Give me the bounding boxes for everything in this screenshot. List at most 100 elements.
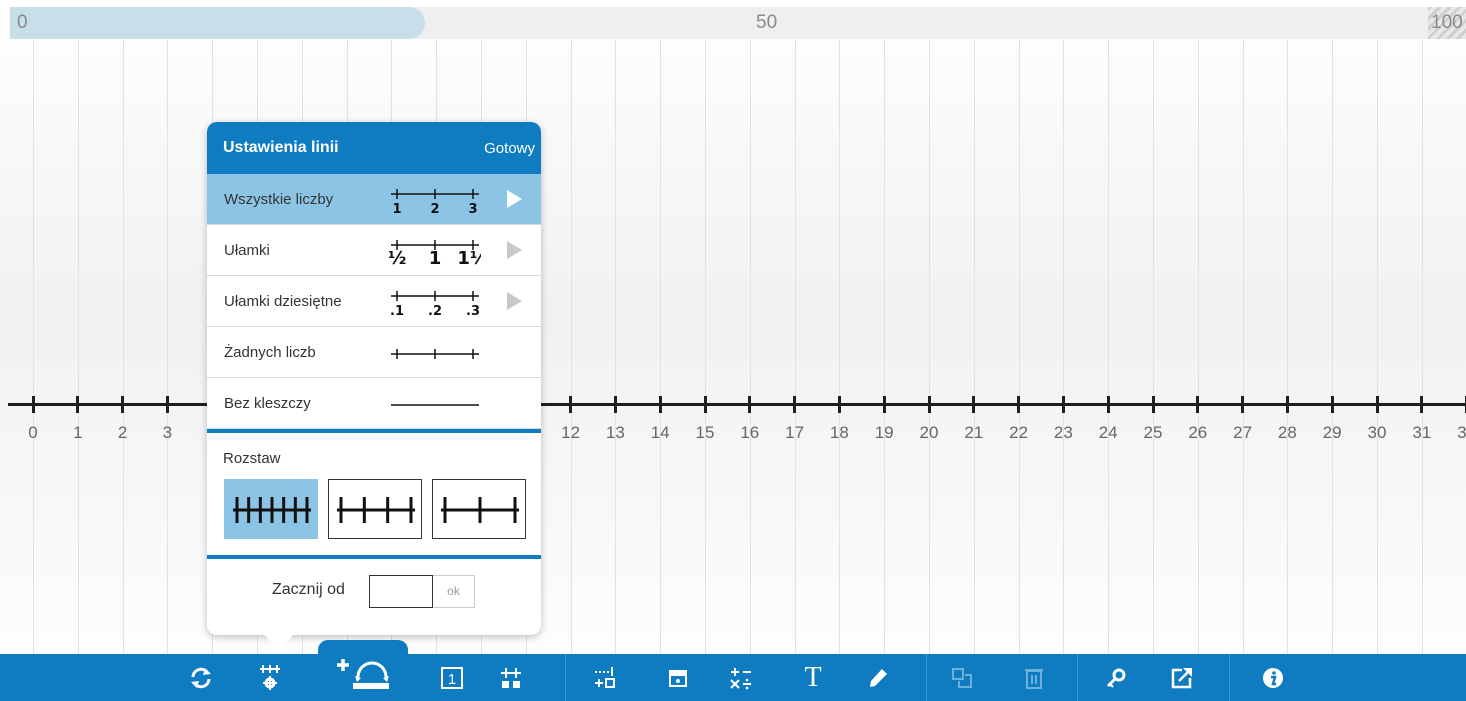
grid-line — [77, 40, 79, 654]
grid-line — [1197, 40, 1199, 654]
number-line-label: 24 — [1098, 423, 1118, 442]
duplicate-button[interactable] — [940, 654, 984, 701]
operations-icon — [730, 667, 751, 689]
grid-line — [1421, 40, 1423, 654]
hide-show-button[interactable] — [656, 654, 700, 701]
pen-button[interactable] — [856, 654, 900, 701]
line-settings-button[interactable] — [248, 654, 292, 701]
toolbar-divider — [926, 654, 927, 701]
number-line-tick — [1241, 396, 1245, 413]
add-number-line-button[interactable] — [318, 640, 408, 701]
label-option-preview-label: 1 — [429, 248, 442, 267]
number-line-tick — [76, 396, 80, 413]
label-option-ticks[interactable]: Żadnych liczb — [207, 327, 541, 378]
label-option-preview-label: 1½ — [457, 248, 481, 267]
number-line-tick — [837, 396, 841, 413]
text-button[interactable]: T — [791, 654, 835, 701]
label-option-whole[interactable]: Wszystkie liczby 1 2 3 — [207, 174, 541, 225]
scale-visible-range[interactable] — [10, 7, 425, 39]
label-option-decimals[interactable]: Ułamki dziesiętne .1 .2 .3 — [207, 276, 541, 327]
label-option-preview-icon: .1 .2 .3 — [390, 291, 480, 318]
duplicate-icon — [952, 667, 972, 688]
number-line-tick — [1285, 396, 1289, 413]
label-option-preview-label: 2 — [430, 202, 439, 216]
number-line-label: 18 — [829, 423, 849, 442]
grid-line — [749, 40, 751, 654]
number-line-label: 26 — [1188, 423, 1208, 442]
number-card-button[interactable]: 1 — [430, 654, 474, 701]
spacing-wide-button[interactable] — [432, 479, 526, 539]
add-number-line-icon — [337, 658, 389, 689]
popup-title: Ustawienia linii — [223, 139, 339, 156]
number-line-tick — [1196, 396, 1200, 413]
done-button[interactable]: Gotowy — [484, 140, 535, 157]
number-line-label: 16 — [740, 423, 760, 442]
number-line-tick — [882, 396, 886, 413]
spacing-narrow-button[interactable] — [224, 479, 318, 539]
popup-pointer — [264, 634, 294, 651]
trash-button[interactable] — [1012, 654, 1056, 701]
number-line-tick — [165, 396, 169, 413]
toolbar-divider — [1077, 654, 1078, 701]
zoom-scale-bar[interactable]: 0 50 100 — [0, 0, 1466, 40]
grid-line — [1153, 40, 1154, 654]
info-button[interactable] — [1251, 654, 1295, 701]
label-option-preview-icon — [391, 404, 479, 406]
label-option-text: Ułamki — [224, 241, 270, 259]
start-from-row: Zacznij od ok — [207, 559, 541, 624]
grid-line — [33, 40, 34, 654]
label-option-preview-icon: ½ 1 1½ — [389, 240, 481, 267]
number-line-tick — [569, 396, 573, 413]
operations-button[interactable] — [719, 654, 763, 701]
number-line-label: 29 — [1322, 423, 1342, 442]
number-line-tick — [703, 396, 707, 413]
refresh-button[interactable] — [179, 654, 223, 701]
text-icon: T — [804, 661, 822, 693]
share-button[interactable] — [1160, 654, 1204, 701]
label-option-preview-icon: 1 2 3 — [391, 189, 479, 216]
ok-button[interactable]: ok — [433, 575, 475, 608]
label-option-line[interactable]: Bez kleszczy — [207, 378, 541, 429]
number-line-label: 20 — [919, 423, 939, 442]
grid-line — [1332, 40, 1334, 654]
pen-icon — [870, 668, 887, 687]
number-line-tick — [1106, 396, 1110, 413]
number-line-label: 15 — [695, 423, 715, 442]
number-line-label: 27 — [1233, 423, 1253, 442]
label-option-fractions[interactable]: Ułamki ½ 1 1½ — [207, 225, 541, 276]
number-card-icon: 1 — [441, 666, 463, 689]
number-line-tick — [1375, 396, 1379, 413]
label-option-text: Wszystkie liczby — [224, 190, 334, 208]
number-line-tick — [121, 396, 125, 413]
spacing-label: Rozstaw — [223, 450, 281, 467]
label-option-text: Ułamki dziesiętne — [224, 292, 342, 310]
label-option-preview-label: .2 — [428, 304, 442, 318]
spacing-medium-button[interactable] — [328, 479, 422, 539]
play-arrow-icon — [507, 241, 522, 259]
trash-icon — [1025, 668, 1043, 689]
number-line-tick — [1017, 396, 1021, 413]
number-line-label: 14 — [650, 423, 670, 442]
label-option-preview-icon — [391, 349, 479, 359]
grid-line — [1287, 40, 1289, 654]
grid-line — [929, 40, 930, 654]
number-line-label: 17 — [785, 423, 805, 442]
number-line-label: 3 — [162, 423, 173, 442]
grid-line — [615, 40, 617, 654]
label-option-preview-label: .1 — [390, 304, 404, 318]
key-button[interactable] — [1094, 654, 1138, 701]
line-settings-icon — [260, 664, 280, 690]
label-option-preview-label: 1 — [392, 202, 401, 216]
start-from-label: Zacznij od — [272, 581, 345, 598]
bottom-toolbar: 1 T — [0, 654, 1466, 701]
number-line-label: 0 — [28, 423, 38, 442]
scale-max-label: 100 — [1431, 12, 1463, 33]
number-line-label: 23 — [1053, 423, 1073, 442]
spacing-options — [207, 479, 541, 555]
number-line-add-button[interactable] — [583, 654, 627, 701]
tick-marks-button[interactable] — [489, 654, 533, 701]
grid-line — [167, 40, 169, 654]
grid-line — [570, 40, 572, 654]
start-from-input[interactable] — [369, 575, 433, 608]
line-settings-popup: Ustawienia linii Gotowy Wszystkie liczby… — [207, 122, 541, 651]
